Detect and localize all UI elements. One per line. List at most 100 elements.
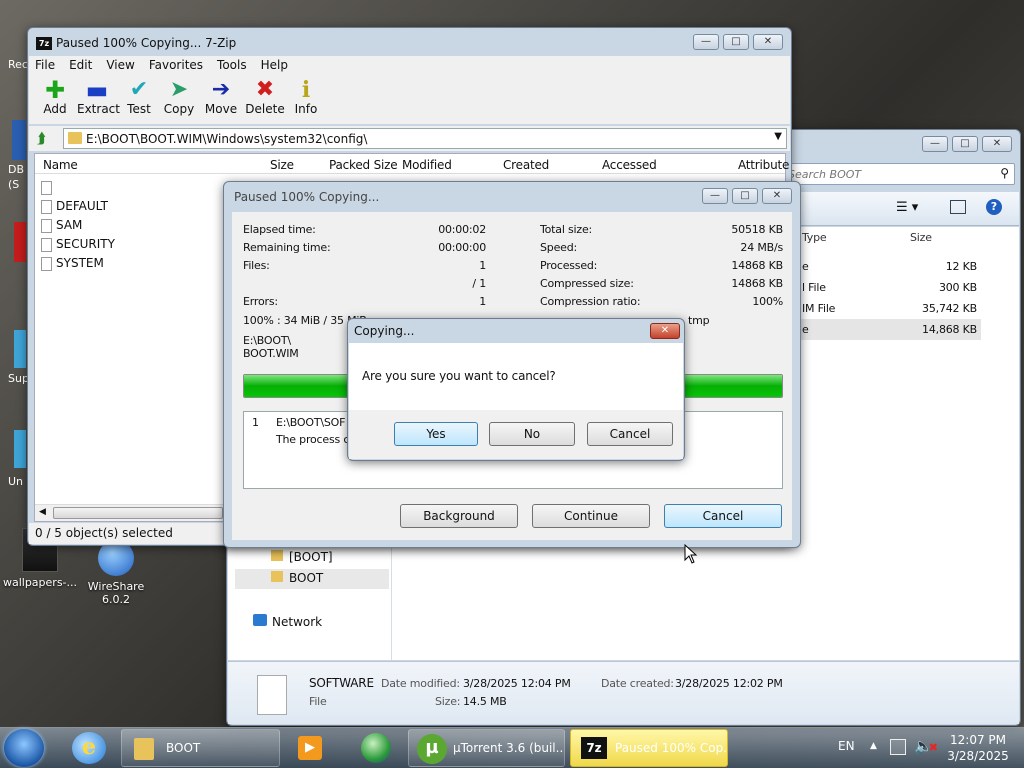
minus-icon: ▬ bbox=[85, 76, 109, 104]
7zip-logo-icon: 7z bbox=[581, 737, 607, 759]
tree-item-label: BOOT bbox=[289, 571, 324, 585]
column-header-modified[interactable]: Modified bbox=[402, 158, 452, 172]
zip-window-controls: — □ ✕ bbox=[693, 34, 783, 50]
desktop-partial-icon[interactable] bbox=[14, 330, 26, 368]
close-button[interactable]: ✕ bbox=[982, 136, 1012, 152]
file-row[interactable]: SYSTEM bbox=[41, 256, 104, 271]
close-button[interactable]: ✕ bbox=[650, 323, 680, 339]
cancel-button[interactable]: Cancel bbox=[664, 504, 782, 528]
maximize-button[interactable]: □ bbox=[732, 188, 758, 204]
copy-button[interactable]: ➤ Copy bbox=[161, 78, 197, 117]
close-button[interactable]: ✕ bbox=[762, 188, 792, 204]
column-header-accessed[interactable]: Accessed bbox=[602, 158, 657, 172]
maximize-button[interactable]: □ bbox=[952, 136, 978, 152]
scroll-left-icon[interactable]: ◀ bbox=[39, 507, 46, 517]
minimize-button[interactable]: — bbox=[693, 34, 719, 50]
clock-time[interactable]: 12:07 PM bbox=[938, 733, 1018, 747]
files-value: 1 bbox=[479, 259, 486, 272]
background-button[interactable]: Background bbox=[400, 504, 518, 528]
no-button[interactable]: No bbox=[489, 422, 575, 446]
row-size: 14,868 KB bbox=[922, 323, 977, 336]
extract-button[interactable]: ▬ Extract bbox=[77, 76, 120, 116]
maximize-button[interactable]: □ bbox=[723, 34, 749, 50]
status-text: 0 / 5 object(s) selected bbox=[35, 526, 173, 540]
file-row[interactable] bbox=[41, 180, 56, 195]
column-header-type[interactable]: Type bbox=[802, 231, 827, 244]
compressed-label: Compressed size: bbox=[540, 277, 634, 290]
menu-item-favorites[interactable]: Favorites bbox=[149, 56, 203, 74]
globe-icon[interactable] bbox=[361, 733, 391, 763]
details-created-label: Date created: bbox=[601, 677, 674, 690]
yes-button[interactable]: Yes bbox=[394, 422, 478, 446]
desktop-partial-icon[interactable] bbox=[14, 430, 26, 468]
source-path: E:\BOOT\ bbox=[243, 334, 291, 347]
confirm-cancel-button[interactable]: Cancel bbox=[587, 422, 673, 446]
delete-button[interactable]: ✖ Delete bbox=[245, 78, 285, 117]
path-combobox[interactable]: E:\BOOT\BOOT.WIM\Windows\system32\config… bbox=[63, 128, 787, 149]
start-button[interactable] bbox=[4, 729, 44, 767]
desktop-partial-icon[interactable] bbox=[12, 120, 26, 160]
move-button[interactable]: ➔ Move bbox=[203, 78, 239, 117]
minimize-button[interactable]: — bbox=[702, 188, 728, 204]
file-name: SECURITY bbox=[56, 237, 115, 251]
elapsed-label: Elapsed time: bbox=[243, 223, 316, 236]
add-button[interactable]: ✚ Add bbox=[37, 78, 73, 116]
tray-chevron-icon[interactable]: ▲ bbox=[870, 741, 877, 751]
details-name: SOFTWARE bbox=[309, 676, 374, 690]
ie-icon[interactable]: e bbox=[72, 732, 106, 764]
file-row[interactable]: SAM bbox=[41, 218, 82, 233]
scrollbar-thumb[interactable] bbox=[53, 507, 223, 519]
desktop-partial-icon[interactable] bbox=[14, 222, 26, 262]
column-header-packed[interactable]: Packed Size bbox=[329, 158, 398, 172]
address-bar: ⮭ E:\BOOT\BOOT.WIM\Windows\system32\conf… bbox=[29, 126, 790, 151]
up-folder-icon[interactable]: ⮭ bbox=[37, 129, 46, 147]
test-button[interactable]: ✔ Test bbox=[121, 78, 157, 117]
taskbar-item-utorrent[interactable]: µ µTorrent 3.6 (buil... bbox=[408, 729, 565, 767]
errors-value: 1 bbox=[479, 295, 486, 308]
search-box[interactable]: ⚲ bbox=[783, 163, 1015, 185]
column-header-name[interactable]: Name bbox=[43, 158, 78, 172]
compressed-value: 14868 KB bbox=[731, 277, 783, 290]
toolbar-label: Move bbox=[204, 102, 238, 116]
taskbar-item-boot[interactable]: BOOT bbox=[121, 729, 280, 767]
language-indicator[interactable]: EN bbox=[838, 739, 855, 753]
menu-item-edit[interactable]: Edit bbox=[69, 56, 92, 74]
help-icon[interactable]: ? bbox=[986, 199, 1002, 215]
clock-date[interactable]: 3/28/2025 bbox=[938, 749, 1018, 763]
continue-button[interactable]: Continue bbox=[532, 504, 650, 528]
menu-item-help[interactable]: Help bbox=[261, 56, 288, 74]
menu-item-file[interactable]: File bbox=[35, 56, 55, 74]
network-tray-icon[interactable] bbox=[890, 739, 906, 755]
toolbar-label: Test bbox=[127, 102, 151, 116]
tree-item-boot-bracket[interactable]: [BOOT] bbox=[271, 550, 333, 564]
column-header-attribute[interactable]: Attribute bbox=[738, 158, 789, 172]
explorer-window-controls: — □ ✕ bbox=[922, 136, 1012, 152]
minimize-button[interactable]: — bbox=[922, 136, 948, 152]
tree-item-boot[interactable]: BOOT bbox=[235, 569, 389, 589]
menu-item-tools[interactable]: Tools bbox=[217, 56, 247, 74]
column-header-size[interactable]: Size bbox=[270, 158, 294, 172]
column-header-created[interactable]: Created bbox=[503, 158, 549, 172]
column-header-size[interactable]: Size bbox=[910, 231, 932, 244]
row-size: 12 KB bbox=[945, 260, 977, 273]
chevron-down-icon[interactable]: ▼ bbox=[774, 131, 782, 142]
desktop-icon-wireshare[interactable]: WireShare 6.0.2 bbox=[76, 540, 156, 606]
desktop-partial-label: DB bbox=[8, 163, 25, 176]
media-player-icon[interactable]: ▶ bbox=[298, 736, 322, 760]
file-row[interactable]: DEFAULT bbox=[41, 199, 108, 214]
info-button[interactable]: i Info bbox=[291, 78, 321, 116]
preview-pane-icon[interactable] bbox=[950, 200, 966, 214]
view-options-icon[interactable]: ☰ ▾ bbox=[896, 200, 918, 215]
file-name: SYSTEM bbox=[56, 256, 104, 270]
search-icon[interactable]: ⚲ bbox=[1000, 166, 1009, 180]
desktop-partial-label: Sup bbox=[8, 372, 29, 385]
close-button[interactable]: ✕ bbox=[753, 34, 783, 50]
search-input[interactable] bbox=[788, 165, 988, 183]
ratio-value: 100% bbox=[752, 295, 783, 308]
tree-item-network[interactable]: Network bbox=[253, 614, 322, 629]
column-header-row: Name Size Packed Size Modified Created A… bbox=[35, 154, 789, 174]
file-row[interactable]: SECURITY bbox=[41, 237, 115, 252]
taskbar-item-7zip[interactable]: 7z Paused 100% Cop... bbox=[570, 729, 728, 767]
file-icon bbox=[41, 256, 52, 271]
menu-item-view[interactable]: View bbox=[106, 56, 134, 74]
